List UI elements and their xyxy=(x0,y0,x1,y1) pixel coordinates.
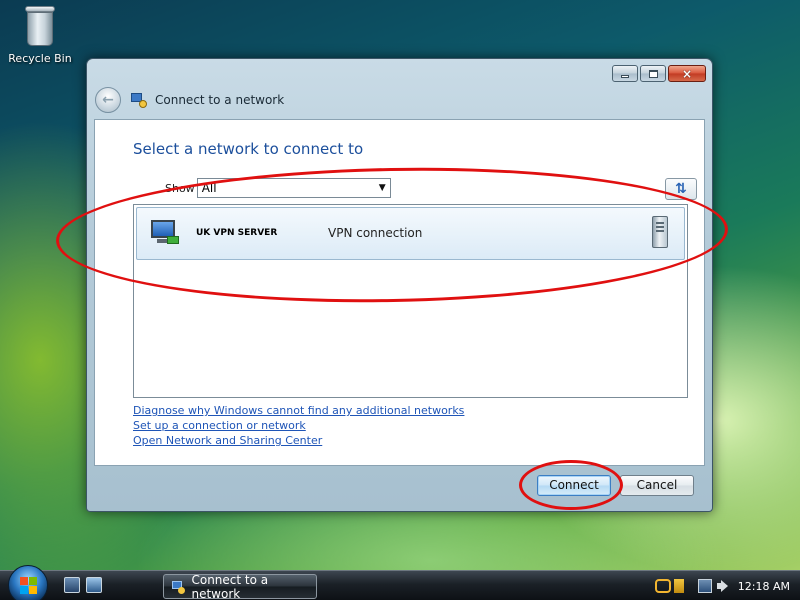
minimize-icon xyxy=(621,74,629,78)
network-wizard-icon xyxy=(131,92,147,108)
page-title: Select a network to connect to xyxy=(133,140,364,158)
clock[interactable]: 12:18 AM xyxy=(738,580,790,593)
start-button[interactable] xyxy=(8,565,48,600)
show-filter-value: All xyxy=(201,181,217,195)
show-filter-row: Show All ▼ xyxy=(165,178,391,198)
network-name: UK VPN SERVER xyxy=(196,228,278,238)
refresh-icon: ⇅ xyxy=(675,181,687,197)
network-type: VPN connection xyxy=(328,226,423,240)
switch-windows-icon[interactable] xyxy=(86,577,102,593)
show-label: Show xyxy=(165,181,195,195)
help-links: Diagnose why Windows cannot find any add… xyxy=(133,403,464,448)
recycle-bin-icon xyxy=(23,4,57,48)
setup-connection-link[interactable]: Set up a connection or network xyxy=(133,418,464,433)
quick-launch xyxy=(64,577,102,593)
window-title: Connect to a network xyxy=(155,93,285,107)
dialog-content: Select a network to connect to Show All … xyxy=(94,119,705,466)
taskbar-button-connect-to-network[interactable]: Connect to a network xyxy=(163,572,317,600)
diagnose-link[interactable]: Diagnose why Windows cannot find any add… xyxy=(133,403,464,418)
connect-button[interactable]: Connect xyxy=(537,475,611,496)
windows-logo-icon xyxy=(20,577,38,595)
system-tray: 12:18 AM xyxy=(654,571,800,600)
network-wizard-icon xyxy=(172,580,186,594)
recycle-bin-label: Recycle Bin xyxy=(8,52,72,65)
back-arrow-icon: ← xyxy=(102,92,114,108)
maximize-icon xyxy=(648,69,658,78)
close-button[interactable]: × xyxy=(668,65,706,82)
network-item[interactable]: UK VPN SERVER VPN connection xyxy=(136,207,685,260)
network-sharing-center-link[interactable]: Open Network and Sharing Center xyxy=(133,433,464,448)
maximize-button[interactable] xyxy=(640,65,666,82)
taskbar-button-label: Connect to a network xyxy=(191,572,269,600)
tray-app-icon[interactable] xyxy=(654,579,671,593)
window-controls: × xyxy=(612,65,706,82)
taskbar: Connect to a network 12:18 AM xyxy=(0,565,800,600)
refresh-button[interactable]: ⇅ xyxy=(665,178,697,200)
dialog-footer: Connect Cancel xyxy=(87,467,712,511)
show-filter-select[interactable]: All ▼ xyxy=(196,178,391,198)
close-icon: × xyxy=(681,66,693,81)
window-nav: ← Connect to a network xyxy=(95,86,284,114)
cancel-button[interactable]: Cancel xyxy=(620,475,694,496)
vpn-network-icon xyxy=(149,220,179,246)
network-status-icon[interactable] xyxy=(697,579,712,593)
server-icon xyxy=(652,216,668,248)
chevron-down-icon: ▼ xyxy=(378,183,386,193)
tray-update-icon[interactable] xyxy=(673,579,684,593)
connect-to-network-window: × ← Connect to a network Select a networ… xyxy=(86,58,713,512)
back-button[interactable]: ← xyxy=(95,87,121,113)
volume-icon[interactable] xyxy=(716,579,730,593)
network-list[interactable]: UK VPN SERVER VPN connection xyxy=(133,204,688,398)
minimize-button[interactable] xyxy=(612,65,638,82)
show-desktop-icon[interactable] xyxy=(64,577,80,593)
recycle-bin-shortcut[interactable]: Recycle Bin xyxy=(6,2,74,65)
